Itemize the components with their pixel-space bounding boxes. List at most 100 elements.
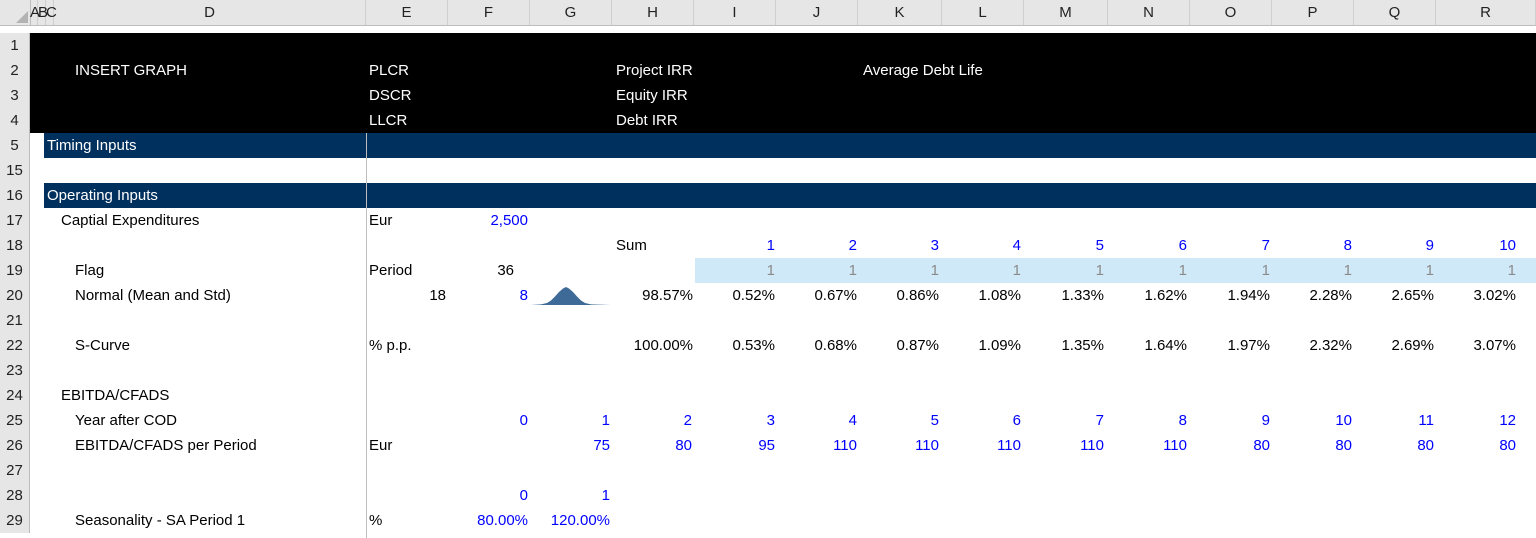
flag-value[interactable]: 36: [448, 258, 514, 283]
year-cell[interactable]: 6: [961, 408, 1021, 433]
period-cell[interactable]: 6: [1127, 233, 1187, 258]
period-cell[interactable]: 2: [797, 233, 857, 258]
ebitda-cell[interactable]: 110: [961, 433, 1021, 458]
normal-cell[interactable]: 2.65%: [1364, 283, 1434, 308]
s-curve-sum[interactable]: 100.00%: [623, 333, 693, 358]
row-header-25[interactable]: 25: [0, 408, 30, 433]
llcr-label[interactable]: LLCR: [369, 108, 407, 133]
row-header-4[interactable]: 4: [0, 108, 30, 133]
flag-label[interactable]: Flag: [75, 258, 104, 283]
row-header-24[interactable]: 24: [0, 383, 30, 408]
row-header-22[interactable]: 22: [0, 333, 30, 358]
year-cell[interactable]: 4: [797, 408, 857, 433]
s-curve-cell[interactable]: 2.32%: [1282, 333, 1352, 358]
year-cell[interactable]: 1: [550, 408, 610, 433]
s-curve-cell[interactable]: 1.35%: [1034, 333, 1104, 358]
column-header-k[interactable]: K: [858, 0, 942, 25]
flag-cell[interactable]: 1: [797, 258, 857, 283]
seasonality-index-cell[interactable]: 0: [468, 483, 528, 508]
seasonality-cell[interactable]: 80.00%: [458, 508, 528, 533]
year-cell[interactable]: 7: [1044, 408, 1104, 433]
flag-cell[interactable]: 1: [1374, 258, 1434, 283]
normal-cell[interactable]: 1.33%: [1034, 283, 1104, 308]
row-header-20[interactable]: 20: [0, 283, 30, 308]
sum-label[interactable]: Sum: [616, 233, 647, 258]
year-cell[interactable]: 8: [1127, 408, 1187, 433]
ebitda-cell[interactable]: 80: [632, 433, 692, 458]
period-cell[interactable]: 8: [1292, 233, 1352, 258]
s-curve-cell[interactable]: 1.09%: [951, 333, 1021, 358]
column-header-i[interactable]: I: [694, 0, 776, 25]
flag-unit[interactable]: Period: [369, 258, 412, 283]
row-header-5[interactable]: 5: [0, 133, 30, 158]
s-curve-cell[interactable]: 0.87%: [869, 333, 939, 358]
flag-cell[interactable]: 1: [879, 258, 939, 283]
row-header-23[interactable]: 23: [0, 358, 30, 383]
year-cell[interactable]: 5: [879, 408, 939, 433]
period-cell[interactable]: 10: [1456, 233, 1516, 258]
ebitda-cell[interactable]: 80: [1374, 433, 1434, 458]
normal-std[interactable]: 8: [470, 283, 528, 308]
select-all-corner[interactable]: [0, 0, 31, 25]
ebitda-cell[interactable]: 110: [879, 433, 939, 458]
project-irr-label[interactable]: Project IRR: [616, 58, 693, 83]
flag-cell[interactable]: 1: [1210, 258, 1270, 283]
flag-cell[interactable]: 1: [1127, 258, 1187, 283]
row-header-3[interactable]: 3: [0, 83, 30, 108]
plcr-label[interactable]: PLCR: [369, 58, 409, 83]
ebitda-per-period-label[interactable]: EBITDA/CFADS per Period: [75, 433, 257, 458]
period-cell[interactable]: 3: [879, 233, 939, 258]
flag-cell[interactable]: 1: [715, 258, 775, 283]
flag-cell[interactable]: 1: [1292, 258, 1352, 283]
ebitda-cell[interactable]: 80: [1292, 433, 1352, 458]
row-header-1[interactable]: 1: [0, 33, 30, 58]
column-header-h[interactable]: H: [612, 0, 694, 25]
seasonality-unit[interactable]: %: [369, 508, 382, 533]
period-cell[interactable]: 5: [1044, 233, 1104, 258]
capex-value[interactable]: 2,500: [448, 208, 528, 233]
normal-cell[interactable]: 2.28%: [1282, 283, 1352, 308]
ebitda-unit[interactable]: Eur: [369, 433, 392, 458]
column-header-b[interactable]: B: [38, 0, 48, 25]
s-curve-label[interactable]: S-Curve: [75, 333, 130, 358]
ebitda-header[interactable]: EBITDA/CFADS: [61, 383, 169, 408]
row-header-21[interactable]: 21: [0, 308, 30, 333]
column-header-r[interactable]: R: [1436, 0, 1536, 25]
section-title-timing-inputs[interactable]: Timing Inputs: [47, 133, 136, 158]
column-header-o[interactable]: O: [1190, 0, 1272, 25]
normal-mean[interactable]: 18: [390, 283, 446, 308]
row-header-28[interactable]: 28: [0, 483, 30, 508]
s-curve-unit[interactable]: % p.p.: [369, 333, 412, 358]
column-header-c[interactable]: C: [46, 0, 57, 25]
period-cell[interactable]: 1: [715, 233, 775, 258]
normal-cell[interactable]: 3.02%: [1446, 283, 1516, 308]
equity-irr-label[interactable]: Equity IRR: [616, 83, 688, 108]
row-header-15[interactable]: 15: [0, 158, 30, 183]
year-cell[interactable]: 11: [1374, 408, 1434, 433]
section-title-operating-inputs[interactable]: Operating Inputs: [47, 183, 158, 208]
normal-cell[interactable]: 1.94%: [1200, 283, 1270, 308]
year-cell[interactable]: 9: [1210, 408, 1270, 433]
average-debt-life-label[interactable]: Average Debt Life: [863, 58, 983, 83]
year-after-cod-label[interactable]: Year after COD: [75, 408, 177, 433]
ebitda-cell[interactable]: 110: [797, 433, 857, 458]
column-header-d[interactable]: D: [54, 0, 366, 25]
year-cell[interactable]: 0: [468, 408, 528, 433]
normal-cell[interactable]: 0.86%: [869, 283, 939, 308]
capex-unit[interactable]: Eur: [369, 208, 392, 233]
ebitda-cell[interactable]: 110: [1127, 433, 1187, 458]
column-header-n[interactable]: N: [1108, 0, 1190, 25]
row-header-26[interactable]: 26: [0, 433, 30, 458]
insert-graph-label[interactable]: INSERT GRAPH: [75, 58, 187, 83]
s-curve-cell[interactable]: 2.69%: [1364, 333, 1434, 358]
dscr-label[interactable]: DSCR: [369, 83, 412, 108]
s-curve-cell[interactable]: 3.07%: [1446, 333, 1516, 358]
normal-cell[interactable]: 1.08%: [951, 283, 1021, 308]
year-cell[interactable]: 12: [1456, 408, 1516, 433]
column-header-j[interactable]: J: [776, 0, 858, 25]
ebitda-cell[interactable]: 110: [1044, 433, 1104, 458]
seasonality-cell[interactable]: 120.00%: [540, 508, 610, 533]
column-header-p[interactable]: P: [1272, 0, 1354, 25]
row-header-2[interactable]: 2: [0, 58, 30, 83]
flag-cell[interactable]: 1: [1456, 258, 1516, 283]
